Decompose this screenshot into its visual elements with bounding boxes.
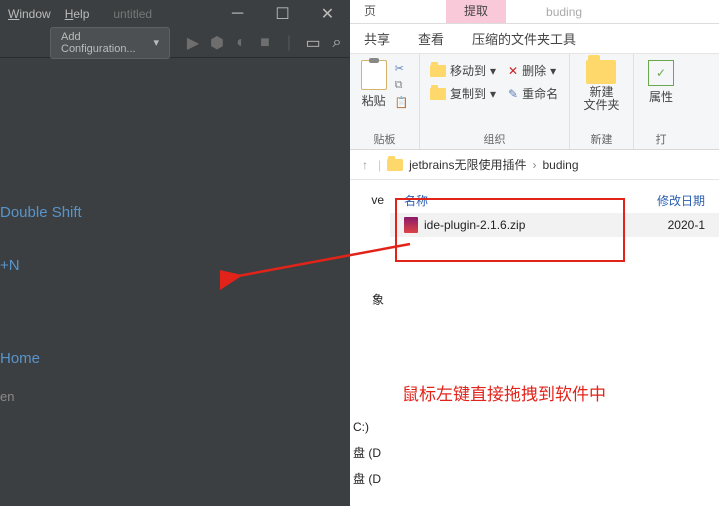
ribbon-tabs: 共享 查看 压缩的文件夹工具	[350, 24, 719, 54]
folder-icon	[430, 65, 446, 77]
menu-help[interactable]: HHelpelp	[65, 7, 90, 21]
new-folder-label: 新建 文件夹	[583, 86, 619, 112]
subtab-ziptools[interactable]: 压缩的文件夹工具	[472, 29, 576, 48]
stop-icon[interactable]: ■	[258, 36, 272, 50]
nav-strip: ve 象	[352, 180, 388, 320]
run-icon[interactable]: ▶	[186, 36, 200, 50]
up-button[interactable]: ↑	[358, 158, 372, 172]
open-group-label: 打	[656, 129, 667, 147]
ide-window: WWindowindow HHelpelp untitled ─ ☐ ✕ Add…	[0, 0, 350, 506]
minimize-button[interactable]: ─	[215, 0, 260, 28]
ide-title: untitled	[113, 7, 152, 21]
copy-path-icon[interactable]: ⧉	[395, 79, 409, 92]
organize-group-label: 组织	[484, 129, 506, 147]
folder-icon	[387, 159, 403, 171]
coverage-icon[interactable]: ◐	[234, 36, 248, 50]
zip-icon	[404, 217, 418, 233]
new-group-label: 新建	[591, 129, 613, 147]
subtab-share[interactable]: 共享	[364, 29, 390, 48]
breadcrumb-folder[interactable]: jetbrains无限使用插件	[409, 156, 526, 173]
tab-extract[interactable]: 提取	[446, 0, 506, 23]
breadcrumb[interactable]: ↑ | jetbrains无限使用插件 › buding	[350, 150, 719, 180]
ide-titlebar: WWindowindow HHelpelp untitled ─ ☐ ✕	[0, 0, 350, 28]
paste-label: 粘贴	[362, 92, 386, 109]
drive-d1: 盘 (D	[353, 440, 381, 466]
hint-en: en	[0, 383, 350, 410]
drive-c: C:)	[353, 414, 381, 440]
ide-toolbar: Add Configuration... ▾ ▶ ⬢ ◐ ■ | ▭ ⌕	[0, 28, 350, 58]
file-name: ide-plugin-2.1.6.zip	[424, 218, 525, 232]
properties-button[interactable]: ✓ 属性	[648, 60, 674, 105]
explorer-window: 页 提取 buding 共享 查看 压缩的文件夹工具 粘贴 ✂ ⧉ 📋 贴板	[350, 0, 719, 506]
search-icon[interactable]: ⌕	[330, 36, 344, 50]
clipboard-group-label: 贴板	[374, 129, 396, 147]
subtab-view[interactable]: 查看	[418, 29, 444, 48]
hint-double-shift: Double Shift	[0, 198, 350, 227]
paste-button[interactable]: 粘贴	[361, 60, 387, 109]
move-to-button[interactable]: 移动到 ▾ ✕ 删除 ▾	[430, 62, 556, 79]
file-list: 名称 修改日期 ide-plugin-2.1.6.zip 2020-1	[350, 180, 719, 237]
ide-welcome: Double Shift +N Home en	[0, 58, 350, 410]
check-icon: ✓	[648, 60, 674, 86]
maximize-button[interactable]: ☐	[260, 0, 305, 28]
add-configuration-button[interactable]: Add Configuration... ▾	[50, 27, 170, 59]
menu-window[interactable]: WWindowindow	[8, 7, 51, 21]
debug-icon[interactable]: ⬢	[210, 36, 224, 50]
layout-icon[interactable]: ▭	[306, 36, 320, 50]
column-headers[interactable]: 名称 修改日期	[390, 188, 719, 213]
file-date: 2020-1	[668, 218, 705, 232]
annotation-text: 鼠标左键直接拖拽到软件中	[402, 380, 606, 405]
col-name[interactable]: 名称	[404, 192, 624, 209]
copy-to-button[interactable]: 复制到 ▾ ✎ 重命名	[430, 85, 558, 102]
col-date[interactable]: 修改日期	[657, 192, 705, 209]
tab-left[interactable]: 页	[354, 0, 386, 23]
tab-buding[interactable]: buding	[536, 1, 592, 23]
file-row[interactable]: ide-plugin-2.1.6.zip 2020-1	[390, 213, 719, 237]
hint-ctrl-n: +N	[0, 251, 350, 280]
drive-labels: C:) 盘 (D 盘 (D	[353, 388, 381, 492]
new-folder-button[interactable]: 新建 文件夹	[583, 60, 619, 112]
close-button[interactable]: ✕	[305, 0, 350, 28]
clipboard-icon	[361, 60, 387, 90]
sep-icon: |	[282, 36, 296, 50]
ribbon: 粘贴 ✂ ⧉ 📋 贴板 移动到 ▾ ✕ 删除 ▾ 复制到 ▾ ✎ 重命名 组织 …	[350, 54, 719, 150]
strip-xiang: 象	[352, 280, 384, 320]
paste-shortcut-icon[interactable]: 📋	[395, 96, 409, 109]
breadcrumb-sub[interactable]: buding	[542, 158, 578, 172]
properties-label: 属性	[649, 88, 673, 105]
add-config-label: Add Configuration...	[61, 31, 149, 55]
chevron-down-icon: ▾	[153, 36, 159, 49]
folder-icon	[586, 60, 616, 84]
cut-icon[interactable]: ✂	[395, 62, 409, 75]
explorer-tabs: 页 提取 buding	[350, 0, 719, 24]
hint-home: Home	[0, 344, 350, 373]
folder-icon	[430, 88, 446, 100]
strip-ve: ve	[352, 180, 384, 220]
drive-d2: 盘 (D	[353, 466, 381, 492]
